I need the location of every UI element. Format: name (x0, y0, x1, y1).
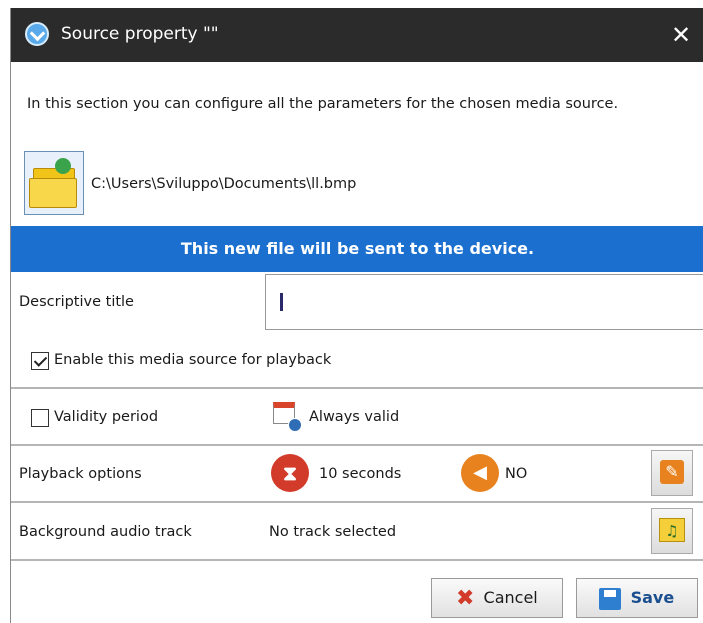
validity-period-label: Validity period (54, 409, 159, 425)
playback-audio-status[interactable]: NO (505, 466, 527, 482)
app-logo-icon (25, 22, 49, 46)
cancel-icon: ✖ (456, 585, 475, 611)
close-button[interactable]: ✕ (658, 8, 703, 62)
clock-icon (288, 418, 302, 432)
cancel-button[interactable]: ✖ Cancel (431, 578, 563, 618)
descriptive-title-input[interactable] (265, 274, 703, 330)
divider (11, 559, 703, 561)
source-property-dialog: Source property "" ✕ In this section you… (10, 8, 703, 623)
validity-status[interactable]: Always valid (309, 409, 399, 425)
folder-arrow-icon (55, 158, 71, 174)
enable-playback-label: Enable this media source for playback (54, 352, 332, 368)
validity-period-checkbox[interactable] (31, 409, 49, 427)
info-banner: This new file will be sent to the device… (11, 226, 703, 272)
save-button[interactable]: Save (576, 578, 698, 618)
cancel-button-label: Cancel (483, 588, 538, 607)
speaker-icon[interactable]: ◀ (461, 454, 499, 492)
browse-file-button[interactable] (24, 151, 84, 215)
select-audio-track-button[interactable]: ♫ (651, 508, 693, 554)
divider (11, 501, 703, 503)
background-audio-value: No track selected (269, 524, 397, 540)
background-audio-label: Background audio track (19, 524, 192, 540)
file-path: C:\Users\Sviluppo\Documents\ll.bmp (91, 176, 357, 192)
enable-playback-checkbox[interactable] (31, 352, 49, 370)
wrench-icon: ✎ (660, 460, 684, 484)
hourglass-icon[interactable]: ⧗ (271, 454, 309, 492)
save-button-label: Save (630, 588, 675, 607)
descriptive-title-label: Descriptive title (19, 294, 134, 310)
playback-options-label: Playback options (19, 466, 142, 482)
playback-duration[interactable]: 10 seconds (319, 466, 401, 482)
divider (11, 387, 703, 389)
intro-text: In this section you can configure all th… (27, 96, 619, 112)
text-caret (280, 293, 283, 311)
window-title: Source property "" (61, 24, 219, 44)
playback-settings-button[interactable]: ✎ (651, 450, 693, 496)
title-bar: Source property "" ✕ (11, 8, 703, 62)
divider (11, 444, 703, 446)
music-folder-icon: ♫ (659, 518, 685, 542)
save-icon (599, 587, 621, 610)
